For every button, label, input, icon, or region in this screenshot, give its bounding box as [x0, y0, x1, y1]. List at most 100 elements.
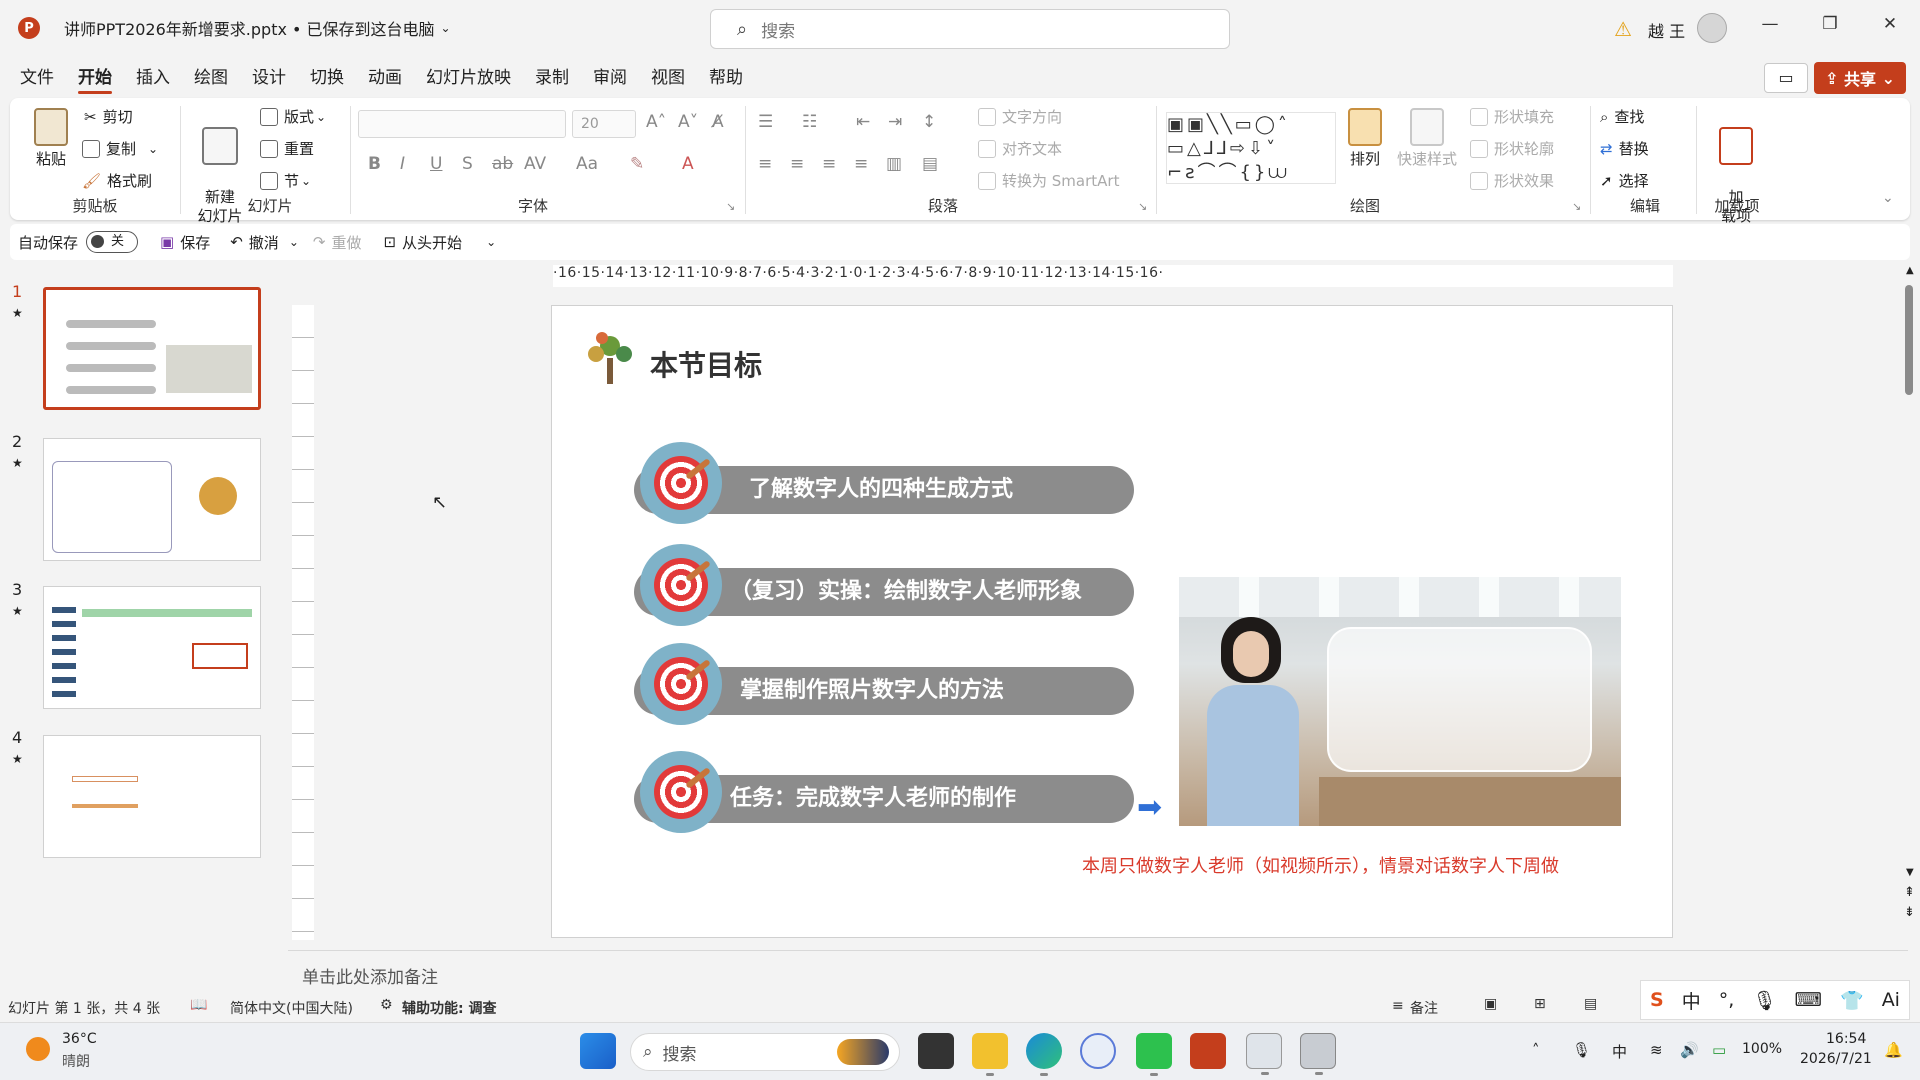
tab-view[interactable]: 视图 [639, 60, 697, 96]
avatar[interactable] [1697, 13, 1727, 43]
text-direction-button[interactable]: 文字方向 [978, 106, 1062, 127]
dialog-launcher-icon[interactable]: ↘ [1138, 200, 1147, 213]
chevron-down-icon[interactable]: ⌄ [441, 21, 451, 35]
notes-button[interactable]: 备注 [1410, 998, 1438, 1018]
reset-button[interactable]: 重置 [260, 138, 314, 159]
font-name-select[interactable] [358, 110, 566, 138]
close-button[interactable]: ✕ [1870, 14, 1910, 42]
increase-font-icon[interactable]: A˄ [646, 112, 666, 132]
ai-icon[interactable]: Ai [1882, 989, 1900, 1011]
tab-slideshow[interactable]: 幻灯片放映 [414, 60, 523, 96]
windows-start-icon[interactable] [580, 1033, 616, 1069]
scroll-up-icon[interactable]: ▲ [1906, 265, 1914, 276]
sun-icon[interactable] [26, 1037, 50, 1061]
edge-icon[interactable] [1026, 1033, 1062, 1076]
format-painter-button[interactable]: 🖌 格式刷 [82, 170, 152, 191]
change-case-icon[interactable]: Aa [576, 154, 598, 174]
numbering-icon[interactable]: ☷ [802, 112, 817, 132]
task-view-icon[interactable] [918, 1033, 954, 1069]
arrange-button[interactable]: 排列 [1340, 108, 1390, 169]
underline-icon[interactable]: U [430, 154, 442, 174]
shape-fill-button[interactable]: 形状填充 [1470, 106, 1554, 127]
tab-transitions[interactable]: 切换 [298, 60, 356, 96]
ime-mode[interactable]: 中 [1682, 987, 1701, 1014]
app-icon[interactable] [1080, 1033, 1116, 1069]
slide-sorter-icon[interactable]: ⊞ [1534, 996, 1546, 1012]
redo-button[interactable]: 重做 [331, 232, 361, 253]
align-right-icon[interactable]: ≡ [822, 154, 836, 174]
ime-tray-icon[interactable]: 中 [1612, 1041, 1627, 1062]
battery-icon[interactable]: ▭ [1712, 1041, 1726, 1059]
wifi-icon[interactable]: ≋ [1650, 1041, 1663, 1059]
present-icon[interactable]: ⊡ [383, 233, 396, 251]
strikethrough-icon[interactable]: ab [492, 154, 513, 174]
font-size-select[interactable]: 20 [572, 110, 636, 138]
weather-temp[interactable]: 36°C [62, 1031, 97, 1047]
next-slide-icon[interactable]: ⇟ [1904, 905, 1915, 920]
shape-effects-button[interactable]: 形状效果 [1470, 170, 1554, 191]
vertical-scrollbar[interactable]: ▲ ▼ ⇞ ⇟ [1900, 265, 1918, 945]
font-color-icon[interactable]: A [682, 154, 694, 174]
highlight-icon[interactable]: ✎ [630, 154, 644, 174]
slide-thumbnail-2[interactable] [43, 438, 261, 561]
notes-icon[interactable]: ≡ [1392, 998, 1404, 1014]
shape-outline-button[interactable]: 形状轮廓 [1470, 138, 1554, 159]
scroll-down-icon[interactable]: ▼ [1906, 867, 1914, 878]
italic-icon[interactable]: I [400, 154, 405, 174]
tab-help[interactable]: 帮助 [697, 60, 755, 96]
tab-animations[interactable]: 动画 [356, 60, 414, 96]
previous-slide-icon[interactable]: ⇞ [1904, 885, 1915, 900]
document-title[interactable]: 讲师PPT2026年新增要求.pptx • 已保存到这台电脑 [64, 16, 435, 40]
dialog-launcher-icon[interactable]: ↘ [1572, 200, 1581, 213]
accessibility-icon[interactable]: ⚙ [380, 997, 393, 1013]
decrease-indent-icon[interactable]: ⇤ [856, 112, 870, 132]
tab-file[interactable]: 文件 [8, 60, 66, 96]
justify-icon[interactable]: ≡ [854, 154, 868, 174]
powerpoint-taskbar-icon[interactable] [1190, 1033, 1226, 1069]
weather-desc[interactable]: 晴朗 [62, 1051, 90, 1071]
customize-qat-icon[interactable]: ⌄ [486, 235, 496, 249]
autosave-toggle[interactable]: 关 [86, 231, 139, 253]
scroll-thumb[interactable] [1905, 285, 1913, 395]
taskbar-search[interactable]: ⌕ 搜索 [630, 1033, 900, 1071]
slide-thumbnail-1[interactable] [43, 287, 261, 410]
notification-icon[interactable]: 🔔 [1884, 1041, 1903, 1059]
normal-view-icon[interactable]: ▣ [1484, 996, 1497, 1012]
from-start-button[interactable]: 从头开始 [402, 232, 462, 253]
align-text-button[interactable]: 对齐文本 [978, 138, 1062, 159]
tab-design[interactable]: 设计 [240, 60, 298, 96]
sogou-logo-icon[interactable]: S [1650, 989, 1664, 1011]
tab-insert[interactable]: 插入 [124, 60, 182, 96]
smartart-button[interactable]: 转换为 SmartArt [978, 170, 1119, 191]
collapse-ribbon-icon[interactable]: ⌄ [1882, 190, 1894, 206]
layout-button[interactable]: 版式 ⌄ [260, 106, 326, 127]
accessibility-status[interactable]: 辅助功能: 调查 [402, 998, 496, 1018]
distributed-icon[interactable]: ▥ [886, 154, 902, 174]
tab-review[interactable]: 审阅 [581, 60, 639, 96]
file-explorer-icon[interactable] [972, 1033, 1008, 1076]
save-button[interactable]: 保存 [180, 232, 210, 253]
volume-icon[interactable]: 🔊 [1680, 1041, 1699, 1059]
slide-thumbnail-3[interactable] [43, 586, 261, 709]
right-arrow-icon[interactable]: ➡ [1137, 790, 1162, 825]
spellcheck-icon[interactable]: 📖 [190, 997, 207, 1013]
line-spacing-icon[interactable]: ↕ [922, 112, 936, 132]
user-name[interactable]: 越 王 [1648, 18, 1685, 42]
undo-button[interactable]: 撤消 [249, 232, 279, 253]
keyboard-icon[interactable]: ⌨ [1795, 989, 1822, 1011]
clock-time[interactable]: 16:54 [1826, 1031, 1866, 1047]
slide-canvas[interactable]: 本节目标 了解数字人的四种生成方式 （复习）实操：绘制数字人老师形象 掌握制作照… [551, 305, 1673, 938]
undo-icon[interactable]: ↶ [230, 233, 243, 251]
tab-record[interactable]: 录制 [523, 60, 581, 96]
slide-footnote[interactable]: 本周只做数字人老师（如视频所示），情景对话数字人下周做 [1082, 852, 1559, 878]
chevron-up-icon[interactable]: ˄ [1532, 1041, 1540, 1059]
search-input[interactable]: ⌕ 搜索 [710, 9, 1230, 49]
paste-button[interactable]: 粘贴 [28, 108, 74, 169]
clock-date[interactable]: 2026/7/21 [1800, 1051, 1872, 1067]
shapes-gallery[interactable]: ▣▣╲╲▭◯˄ ▭△⅃⅃⇨⇩˅ ⌐ƨ⌒⌒{}⩊ [1166, 112, 1336, 184]
cut-button[interactable]: ✂ 剪切 [84, 106, 133, 127]
microphone-icon[interactable]: 🎙 [1752, 989, 1776, 1012]
bold-icon[interactable]: B [368, 154, 381, 174]
language-indicator[interactable]: 简体中文(中国大陆) [230, 998, 353, 1018]
restore-button[interactable]: ❐ [1810, 14, 1850, 42]
